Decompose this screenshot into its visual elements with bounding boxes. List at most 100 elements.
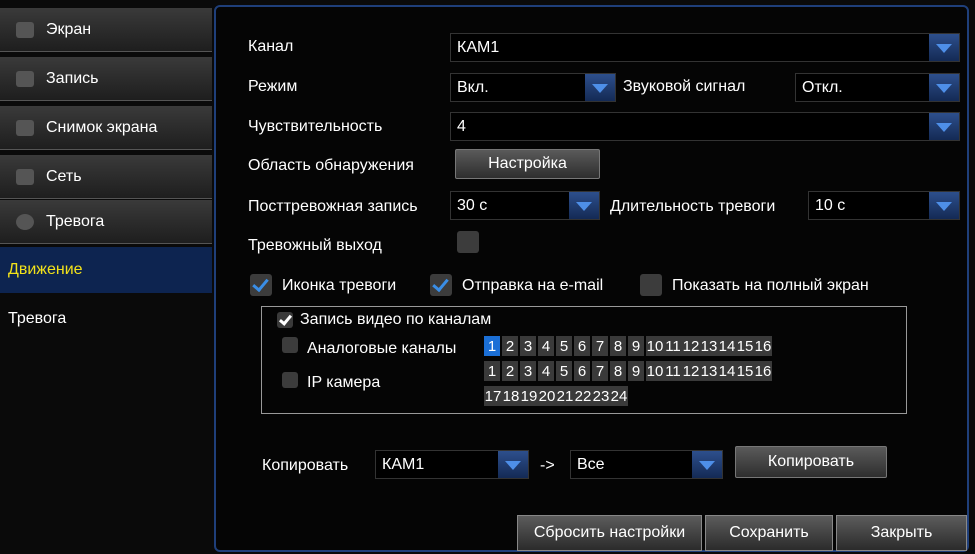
channel-cell[interactable]: 9 [628, 336, 644, 356]
channel-cell[interactable]: 1 [484, 336, 500, 356]
channel-cell[interactable]: 8 [610, 336, 626, 356]
alarm-icon-label: Иконка тревоги [282, 277, 397, 294]
channel-cell[interactable]: 1 [484, 361, 500, 381]
close-button[interactable]: Закрыть [836, 515, 967, 551]
channel-cell[interactable]: 14 [718, 336, 736, 356]
channel-cell[interactable]: 6 [574, 336, 590, 356]
channel-cell[interactable]: 11 [664, 361, 682, 381]
copy-to-value: Все [577, 455, 605, 473]
channel-cell[interactable]: 23 [592, 386, 610, 406]
sidebar-subitem-label: Тревога [8, 310, 67, 327]
channel-cell[interactable]: 3 [520, 336, 536, 356]
channel-cell[interactable]: 2 [502, 361, 518, 381]
ip-channels-grid: 1 2 3 4 5 6 7 8 9 10 11 12 13 14 15 16 [484, 361, 772, 381]
alarm-output-checkbox[interactable] [457, 231, 479, 253]
copy-label: Копировать [262, 457, 349, 474]
chevron-down-icon [585, 74, 615, 101]
channel-cell[interactable]: 5 [556, 336, 572, 356]
channel-cell[interactable]: 11 [664, 336, 682, 356]
channel-cell[interactable]: 10 [646, 336, 664, 356]
record-channels-checkbox[interactable] [277, 312, 293, 328]
buzzer-value: Откл. [802, 78, 843, 96]
sidebar-item-label: Экран [46, 20, 92, 38]
alarm-duration-label: Длительность тревоги [610, 198, 776, 215]
channel-cell[interactable]: 15 [736, 361, 754, 381]
channel-cell[interactable]: 12 [682, 336, 700, 356]
channel-cell[interactable]: 9 [628, 361, 644, 381]
sidebar-item-label: Запись [46, 69, 99, 87]
channel-cell[interactable]: 8 [610, 361, 626, 381]
channel-cell[interactable]: 16 [754, 336, 772, 356]
channel-cell[interactable]: 6 [574, 361, 590, 381]
channel-cell[interactable]: 24 [610, 386, 628, 406]
sidebar-subitem-motion[interactable]: Движение [0, 247, 212, 293]
alarm-icon [16, 213, 34, 230]
sidebar-item-alarm[interactable]: Тревога [0, 200, 212, 244]
copy-from-select[interactable]: КАМ1 [375, 450, 529, 479]
email-label: Отправка на e-mail [462, 277, 604, 294]
sidebar-item-network[interactable]: Сеть [0, 155, 212, 199]
sensitivity-select[interactable]: 4 [450, 112, 960, 141]
sidebar-item-snapshot[interactable]: Снимок экрана [0, 106, 212, 150]
channel-cell[interactable]: 7 [592, 361, 608, 381]
channel-cell[interactable]: 17 [484, 386, 502, 406]
alarm-icon-checkbox[interactable] [250, 274, 272, 296]
channel-cell[interactable]: 10 [646, 361, 664, 381]
save-button[interactable]: Сохранить [705, 515, 833, 551]
sensitivity-value: 4 [457, 117, 466, 135]
channel-cell[interactable]: 20 [538, 386, 556, 406]
alarm-duration-select[interactable]: 10 с [808, 191, 960, 220]
email-checkbox[interactable] [430, 274, 452, 296]
channel-cell[interactable]: 4 [538, 361, 554, 381]
channel-cell[interactable]: 16 [754, 361, 772, 381]
post-record-select[interactable]: 30 с [450, 191, 600, 220]
reset-button[interactable]: Сбросить настройки [517, 515, 702, 551]
channel-select[interactable]: КАМ1 [450, 33, 960, 62]
channel-cell[interactable]: 14 [718, 361, 736, 381]
channel-cell[interactable]: 12 [682, 361, 700, 381]
fullscreen-checkbox[interactable] [640, 274, 662, 296]
record-channels-title: Запись видео по каналам [300, 311, 492, 328]
chevron-down-icon [929, 113, 959, 140]
detection-area-setup-button[interactable]: Настройка [455, 149, 600, 179]
chevron-down-icon [929, 74, 959, 101]
sidebar-subitem-alarm[interactable]: Тревога [0, 296, 212, 342]
ip-channels-grid-row2: 17 18 19 20 21 22 23 24 [484, 386, 628, 406]
channel-cell[interactable]: 5 [556, 361, 572, 381]
channel-cell[interactable]: 18 [502, 386, 520, 406]
mode-select[interactable]: Вкл. [450, 73, 616, 102]
channel-cell[interactable]: 7 [592, 336, 608, 356]
channel-cell[interactable]: 3 [520, 361, 536, 381]
ip-camera-label: IP камера [307, 374, 381, 391]
ip-camera-checkbox[interactable] [282, 372, 298, 388]
buzzer-label: Звуковой сигнал [623, 78, 746, 95]
channel-cell[interactable]: 2 [502, 336, 518, 356]
fullscreen-label: Показать на полный экран [672, 277, 869, 294]
sidebar-item-record[interactable]: Запись [0, 57, 212, 101]
chevron-down-icon [929, 34, 959, 61]
analog-channels-checkbox[interactable] [282, 337, 298, 353]
channel-cell[interactable]: 15 [736, 336, 754, 356]
chevron-down-icon [498, 451, 528, 478]
chevron-down-icon [692, 451, 722, 478]
copy-to-select[interactable]: Все [570, 450, 723, 479]
channel-cell[interactable]: 13 [700, 336, 718, 356]
sidebar-item-label: Снимок экрана [46, 118, 158, 136]
channel-cell[interactable]: 19 [520, 386, 538, 406]
buzzer-select[interactable]: Откл. [795, 73, 960, 102]
channel-cell[interactable]: 13 [700, 361, 718, 381]
copy-button[interactable]: Копировать [735, 446, 887, 478]
copy-arrow: -> [540, 457, 555, 474]
sidebar-item-screen[interactable]: Экран [0, 8, 212, 52]
channel-label: Канал [248, 38, 294, 55]
monitor-icon [16, 21, 34, 38]
analog-channels-grid: 1 2 3 4 5 6 7 8 9 10 11 12 13 14 15 16 [484, 336, 772, 356]
post-record-value: 30 с [457, 196, 488, 214]
sidebar-item-label: Сеть [46, 167, 82, 185]
channel-cell[interactable]: 21 [556, 386, 574, 406]
channel-cell[interactable]: 4 [538, 336, 554, 356]
analog-channels-label: Аналоговые каналы [307, 340, 457, 357]
channel-cell[interactable]: 22 [574, 386, 592, 406]
sidebar-item-label: Тревога [46, 212, 105, 230]
post-record-label: Посттревожная запись [248, 198, 418, 215]
